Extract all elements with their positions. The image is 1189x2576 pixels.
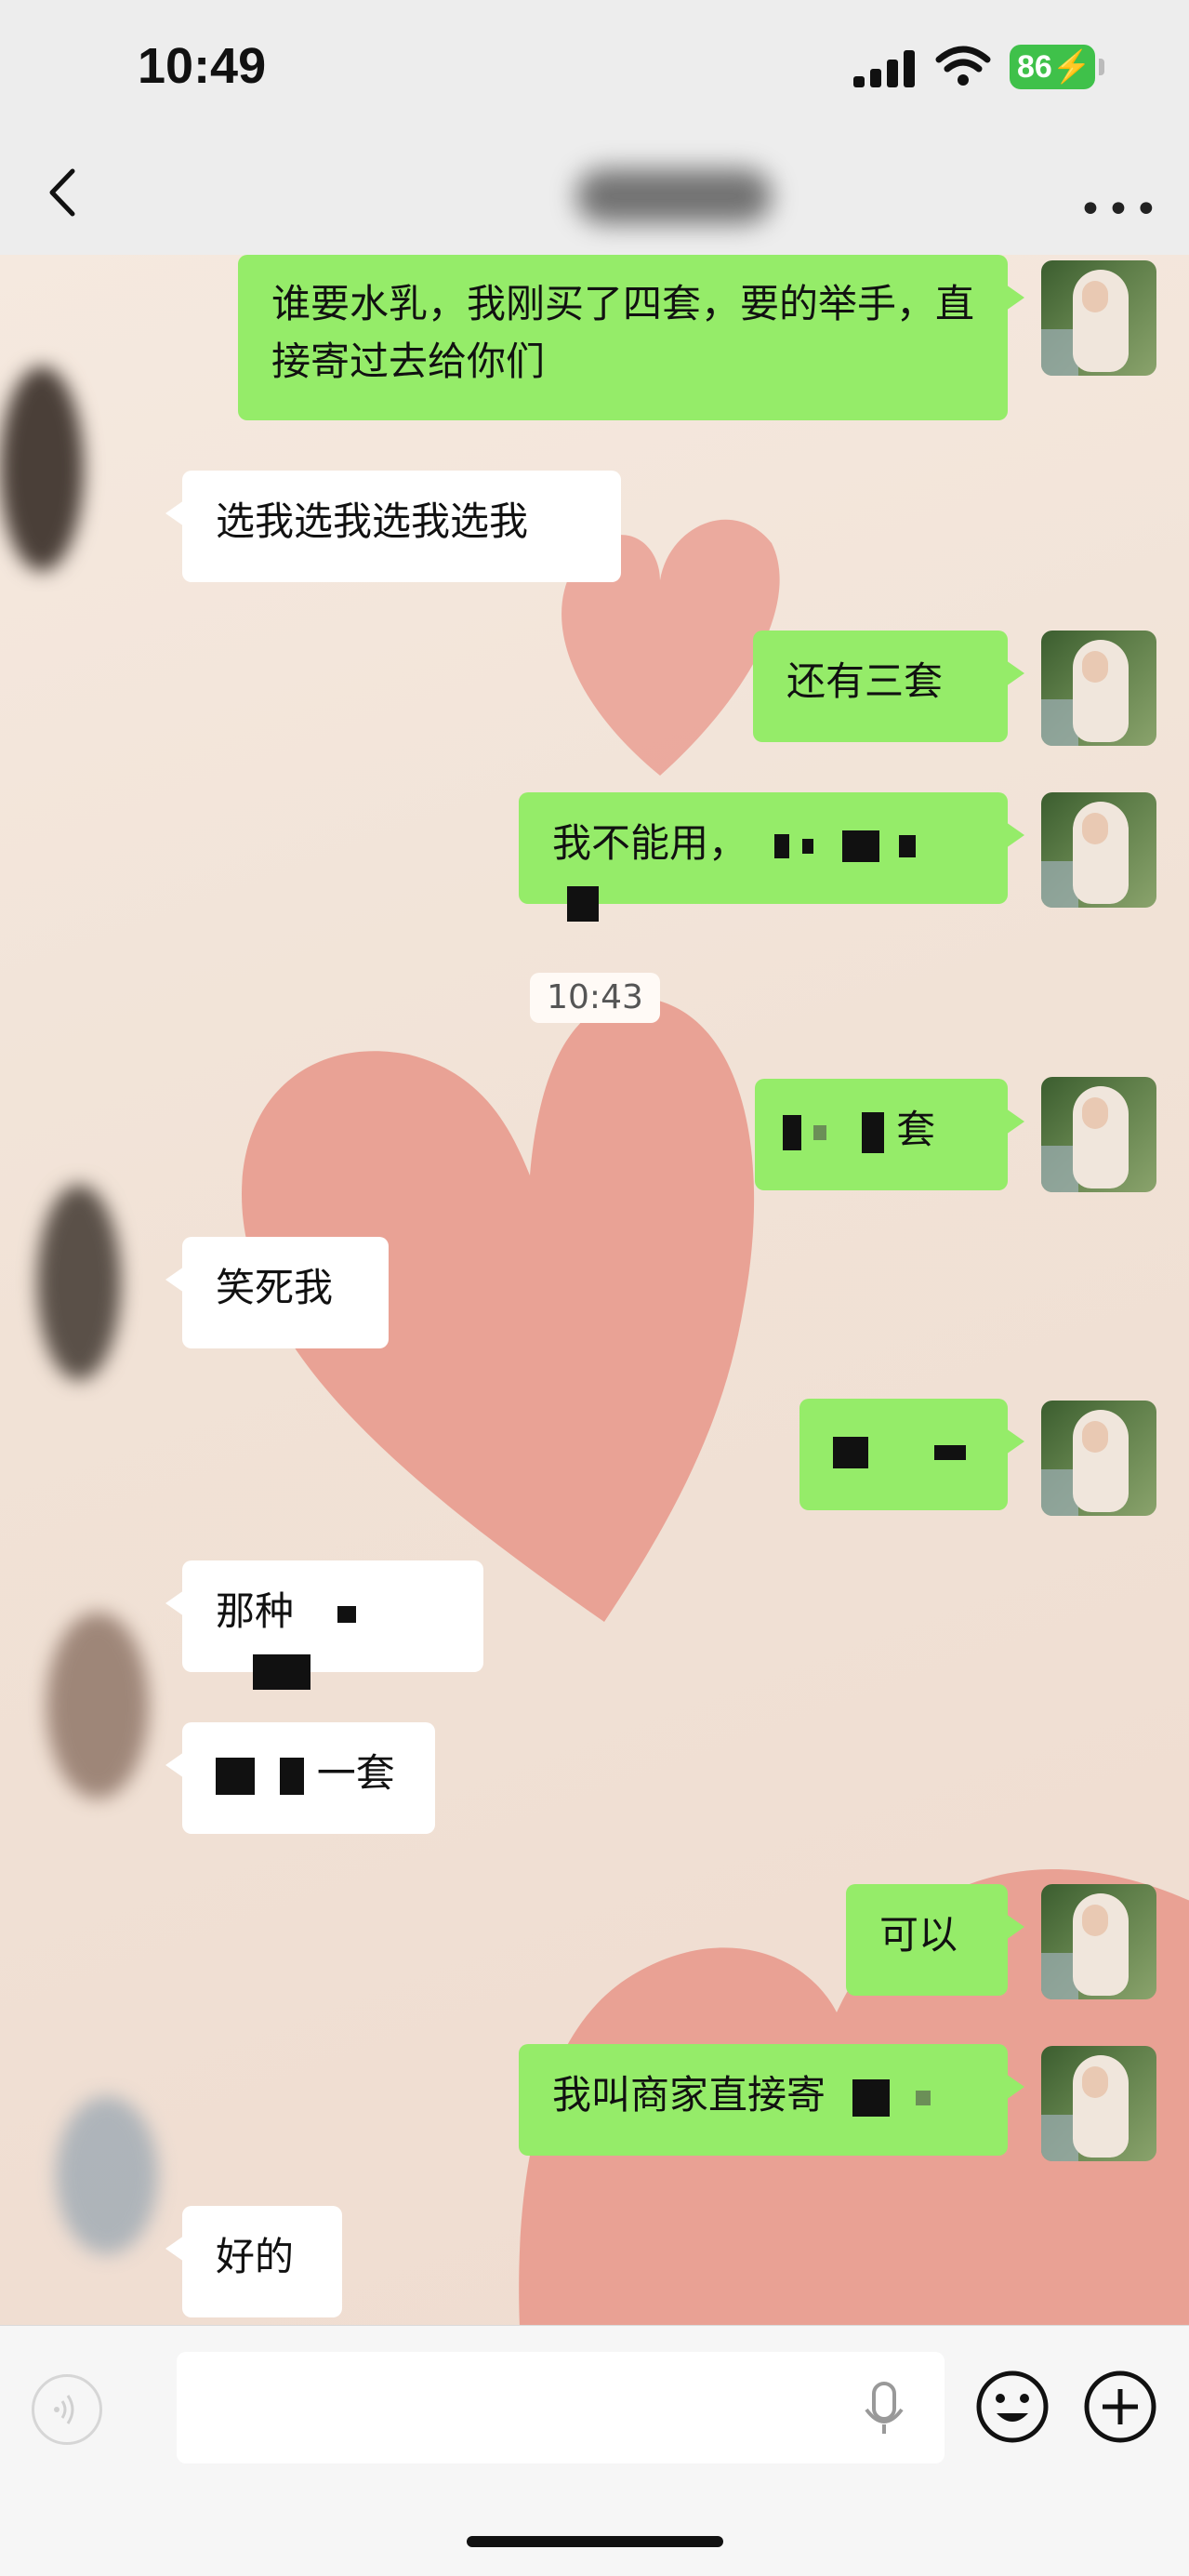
cellular-signal-icon xyxy=(853,48,917,87)
chat-message-list[interactable]: 谁要水乳，我刚买了四套，要的举手，直接寄过去给你们 选我选我选我选我 还有三套 … xyxy=(0,255,1189,2325)
message-input-bar xyxy=(0,2325,1189,2576)
message-bubble-received[interactable]: 选我选我选我选我 xyxy=(165,471,621,582)
home-indicator xyxy=(467,2536,723,2547)
message-bubble-sent[interactable]: 还有三套 xyxy=(753,631,1024,742)
message-bubble-sent[interactable] xyxy=(799,1399,1024,1510)
message-bubble-sent[interactable]: 我叫商家直接寄 xyxy=(519,2044,1024,2156)
message-bubble-sent[interactable]: 谁要水乳，我刚买了四套，要的举手，直接寄过去给你们 xyxy=(238,255,1024,420)
message-bubble-sent[interactable]: 套 xyxy=(755,1079,1024,1190)
chevron-left-icon[interactable] xyxy=(37,160,93,225)
my-avatar[interactable] xyxy=(1041,260,1156,376)
my-avatar[interactable] xyxy=(1041,2046,1156,2161)
redacted-pixels xyxy=(833,1427,967,1472)
message-text: 我不能用， xyxy=(552,820,748,866)
status-time: 10:49 xyxy=(138,38,267,94)
message-text: 选我选我选我选我 xyxy=(216,498,529,544)
battery-indicator: 86⚡ xyxy=(1010,45,1104,89)
message-text: 可以 xyxy=(879,1912,958,1958)
my-avatar[interactable] xyxy=(1041,792,1156,908)
message-text: 套 xyxy=(896,1107,936,1152)
wifi-icon xyxy=(935,46,991,86)
redacted-pixels xyxy=(216,1750,317,1796)
contact-avatar-blur xyxy=(37,1185,121,1380)
microphone-icon[interactable] xyxy=(859,2367,909,2449)
contact-avatar-blur xyxy=(0,366,84,571)
charging-bolt-icon: ⚡ xyxy=(1051,49,1092,85)
message-text: 好的 xyxy=(216,2234,295,2279)
battery-percent: 86 xyxy=(1017,49,1052,85)
message-bubble-sent[interactable]: 我不能用， xyxy=(519,792,1024,922)
message-text: 笑死我 xyxy=(216,1265,334,1310)
contact-avatar-blur xyxy=(56,2096,158,2254)
message-text: 一套 xyxy=(316,1750,395,1796)
message-text: 还有三套 xyxy=(786,658,944,704)
my-avatar[interactable] xyxy=(1041,1884,1156,1999)
emoji-icon[interactable] xyxy=(974,2369,1050,2445)
contact-name-redacted xyxy=(576,169,772,223)
message-bubble-received[interactable]: 笑死我 xyxy=(165,1237,389,1348)
plus-icon[interactable] xyxy=(1082,2369,1158,2445)
voice-icon[interactable] xyxy=(32,2374,102,2445)
contact-avatar-blur xyxy=(46,1613,149,1799)
status-bar: 10:49 86⚡ xyxy=(0,0,1189,139)
redacted-pixels xyxy=(838,2072,931,2118)
chat-timestamp: 10:43 xyxy=(530,973,660,1023)
message-bubble-received[interactable]: 一套 xyxy=(165,1722,435,1834)
message-bubble-sent[interactable]: 可以 xyxy=(846,1884,1024,1996)
message-bubble-received[interactable]: 好的 xyxy=(165,2206,342,2317)
message-text: 我叫商家直接寄 xyxy=(552,2072,826,2118)
redacted-pixels xyxy=(783,1107,896,1153)
my-avatar[interactable] xyxy=(1041,631,1156,746)
message-text: 谁要水乳，我刚买了四套，要的举手，直接寄过去给你们 xyxy=(271,281,975,384)
message-input[interactable] xyxy=(177,2352,945,2463)
my-avatar[interactable] xyxy=(1041,1077,1156,1192)
my-avatar[interactable] xyxy=(1041,1401,1156,1516)
message-bubble-received[interactable]: 那种 xyxy=(165,1560,483,1690)
more-dots-icon[interactable]: ••• xyxy=(1078,186,1162,233)
message-text: 那种 xyxy=(216,1588,295,1634)
chat-header: ••• xyxy=(0,139,1189,256)
